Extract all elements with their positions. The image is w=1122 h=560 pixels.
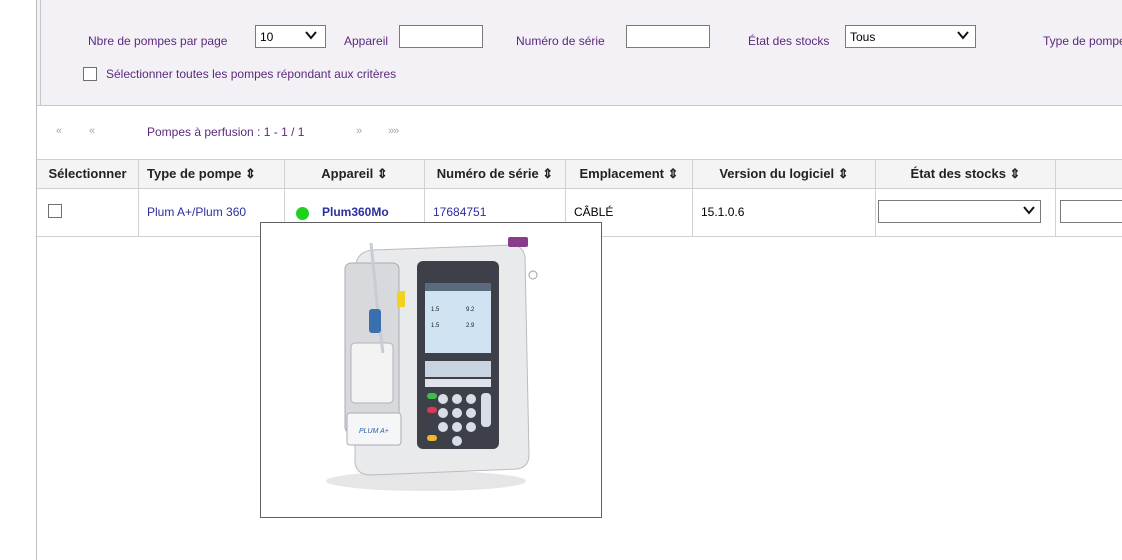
row-select-checkbox[interactable] — [48, 204, 62, 218]
prev-page-button[interactable]: « — [89, 125, 95, 137]
chevron-down-icon — [956, 28, 970, 42]
first-page-button[interactable]: « — [56, 125, 62, 137]
left-border — [0, 0, 37, 560]
col-extra — [1056, 160, 1122, 188]
row-stock-select[interactable] — [878, 200, 1041, 223]
svg-text:1.5: 1.5 — [431, 307, 440, 313]
last-page-button[interactable]: »» — [388, 125, 399, 137]
col-pump-type[interactable]: Type de pompe ⇕ — [139, 160, 285, 188]
pager-text: Pompes à perfusion : 1 - 1 / 1 — [147, 125, 305, 139]
col-select: Sélectionner — [37, 160, 139, 188]
pager: « « Pompes à perfusion : 1 - 1 / 1 » »» — [0, 125, 1122, 143]
col-location[interactable]: Emplacement ⇕ — [566, 160, 693, 188]
location-value: CÂBLÉ — [574, 205, 614, 219]
device-status-icon — [296, 207, 309, 220]
pump-type-value: Plum A+/Plum 360 — [147, 205, 247, 219]
table-header: Sélectionner Type de pompe ⇕ Appareil ⇕ … — [37, 159, 1122, 189]
svg-text:2.9: 2.9 — [466, 323, 475, 329]
row-extra-input[interactable] — [1060, 200, 1122, 223]
per-page-select[interactable]: 10 — [255, 25, 326, 48]
device-label: Appareil — [344, 34, 389, 48]
chevron-down-icon — [304, 28, 318, 42]
stock-select[interactable]: Tous — [845, 25, 976, 48]
serial-value: 17684751 — [433, 205, 487, 219]
next-page-button[interactable]: » — [356, 125, 362, 137]
pump-type-label: Type de pompe — [1043, 34, 1122, 48]
per-page-label: Nbre de pompes par page — [88, 34, 228, 48]
col-software-version[interactable]: Version du logiciel ⇕ — [693, 160, 876, 188]
chevron-down-icon — [1022, 203, 1036, 217]
svg-text:9.2: 9.2 — [466, 307, 475, 313]
infusion-pump-image: PLUM A+ 1.5 9.2 1.5 2.9 — [326, 237, 538, 491]
serial-label: Numéro de série — [516, 34, 605, 48]
col-stock-state[interactable]: État des stocks ⇕ — [876, 160, 1056, 188]
svg-text:1.5: 1.5 — [431, 323, 440, 329]
stock-value: Tous — [850, 30, 876, 44]
svg-text:PLUM A+: PLUM A+ — [359, 428, 389, 435]
col-device[interactable]: Appareil ⇕ — [285, 160, 425, 188]
device-input[interactable] — [399, 25, 483, 48]
device-link[interactable]: Plum360Mo — [322, 205, 389, 219]
col-serial[interactable]: Numéro de série ⇕ — [425, 160, 566, 188]
software-version-value: 15.1.0.6 — [701, 205, 745, 219]
filter-panel: Nbre de pompes par page 10 Appareil Numé… — [37, 0, 1122, 106]
serial-input[interactable] — [626, 25, 710, 48]
per-page-value: 10 — [260, 30, 274, 44]
select-all-label: Sélectionner toutes les pompes répondant… — [106, 67, 397, 81]
stock-label: État des stocks — [748, 34, 830, 48]
device-image-popup: PLUM A+ 1.5 9.2 1.5 2.9 — [260, 222, 602, 518]
select-all-checkbox[interactable] — [83, 67, 97, 81]
